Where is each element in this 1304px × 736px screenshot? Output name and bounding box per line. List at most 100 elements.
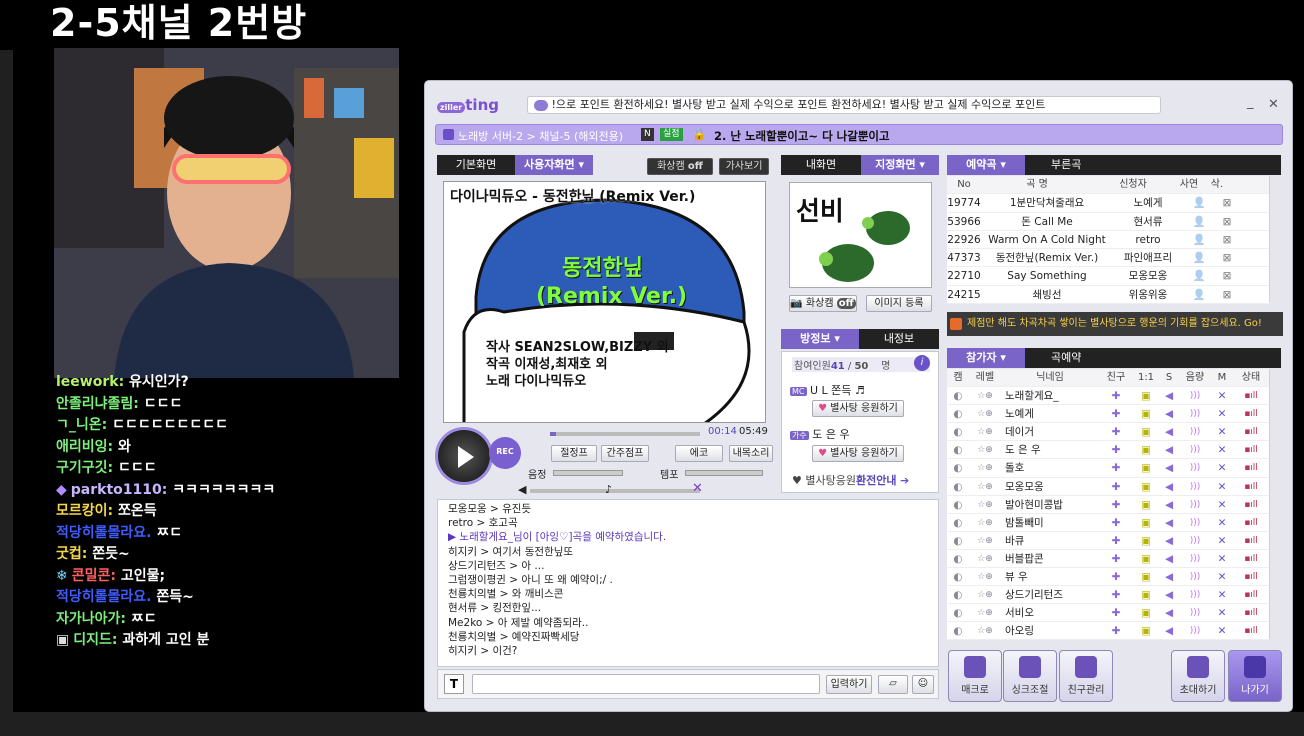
whisper-icon[interactable]: ▣ [1133, 532, 1159, 549]
queue-row[interactable]: 22710 Say Something 모옹모옹 👤 ⊠ [947, 267, 1269, 286]
chat-username[interactable]: 안졸리냐졸림 [56, 396, 133, 412]
mute-icon[interactable]: ✕ [1211, 586, 1233, 603]
whisper-icon[interactable]: ▣ [1133, 496, 1159, 513]
friends-button[interactable]: 친구관리 [1059, 650, 1113, 702]
participant-row[interactable]: ◐ ☆⊕ 버블팝콘 ✚ ▣ ◀))) ✕ ▪ıll [947, 549, 1269, 569]
delete-icon[interactable]: ⊠ [1215, 231, 1239, 248]
emoticon-icon[interactable]: ☺ [912, 675, 934, 694]
whisper-icon[interactable]: ▣ [1133, 622, 1159, 639]
support-mc-button[interactable]: ♥ 별사탕 응원하기 [812, 400, 904, 417]
add-friend-icon[interactable]: ✚ [1099, 459, 1133, 476]
participant-row[interactable]: ◐ ☆⊕ 아오링 ✚ ▣ ◀))) ✕ ▪ıll [947, 622, 1269, 641]
macro-button[interactable]: 매크로 [948, 650, 1002, 702]
pitch-slider[interactable] [553, 470, 623, 476]
whisper-icon[interactable]: ▣ [1133, 459, 1159, 476]
add-friend-icon[interactable]: ✚ [1099, 550, 1133, 567]
add-friend-icon[interactable]: ✚ [1099, 405, 1133, 422]
add-friend-icon[interactable]: ✚ [1099, 568, 1133, 585]
singer-name[interactable]: 도 은 우 [812, 428, 849, 441]
queue-row[interactable]: 47373 동전한닢(Remix Ver.) 파인애프리 👤 ⊠ [947, 249, 1269, 268]
add-friend-icon[interactable]: ✚ [1099, 496, 1133, 513]
chat-username[interactable]: 적당히롤몰라요 [56, 589, 146, 605]
tab-sung-songs[interactable]: 부른곡 [1025, 155, 1281, 175]
text-style-icon[interactable]: T [444, 674, 464, 694]
queue-row[interactable]: 53966 돈 Call Me 현서류 👤 ⊠ [947, 212, 1269, 231]
mute-icon[interactable]: ✕ [1211, 622, 1233, 639]
participant-row[interactable]: ◐ ☆⊕ 상드기리턴즈 ✚ ▣ ◀))) ✕ ▪ıll [947, 586, 1269, 605]
add-friend-icon[interactable]: ✚ [1099, 586, 1133, 603]
participant-row[interactable]: ◐ ☆⊕ 노래할게요_ ✚ ▣ ◀))) ✕ ▪ıll [947, 387, 1269, 406]
add-friend-icon[interactable]: ✚ [1099, 622, 1133, 639]
tempo-slider[interactable] [685, 470, 763, 476]
invite-button[interactable]: 초대하기 [1171, 650, 1225, 702]
whisper-icon[interactable]: ▣ [1133, 478, 1159, 495]
rec-button[interactable]: REC [489, 437, 521, 469]
mute-icon[interactable]: ✕ [1211, 532, 1233, 549]
support-singer-button[interactable]: ♥ 별사탕 응원하기 [812, 445, 904, 462]
tab-fixed-screen[interactable]: 지정화면 ▾ [861, 155, 939, 175]
chat-username[interactable]: ㄱ_니온 [56, 417, 102, 433]
cam-button[interactable]: 📷 화상캠 off [789, 295, 857, 312]
add-friend-icon[interactable]: ✚ [1099, 423, 1133, 440]
participant-row[interactable]: ◐ ☆⊕ 서비오 ✚ ▣ ◀))) ✕ ▪ıll [947, 604, 1269, 623]
promo-banner[interactable]: 제점만 해도 차곡차곡 쌓이는 별사탕으로 행운의 기회를 잡으세요. Go! [947, 312, 1283, 336]
participant-row[interactable]: ◐ ☆⊕ 노예게 ✚ ▣ ◀))) ✕ ▪ıll [947, 405, 1269, 424]
tab-room-info[interactable]: 방정보 ▾ [781, 329, 859, 349]
add-friend-icon[interactable]: ✚ [1099, 478, 1133, 495]
mute-icon[interactable]: ✕ [1211, 514, 1233, 531]
play-button[interactable] [435, 427, 493, 485]
queue-row[interactable]: 19774 1분만닥쳐줄래요 노예게 👤 ⊠ [947, 194, 1269, 213]
image-register-button[interactable]: 이미지 등록 [866, 295, 932, 312]
chat-username[interactable]: parkto1110 [71, 482, 162, 498]
tab-basic-view[interactable]: 기본화면 [437, 155, 515, 175]
whisper-icon[interactable]: ▣ [1133, 604, 1159, 621]
close-button[interactable]: ✕ [1268, 97, 1279, 112]
participant-scrollbar[interactable] [1269, 369, 1281, 639]
mute-icon[interactable]: ✕ [1211, 441, 1233, 458]
eraser-icon[interactable]: ▱ [878, 675, 908, 694]
chat-username[interactable]: 콘밀콘 [72, 568, 111, 584]
whisper-icon[interactable]: ▣ [1133, 550, 1159, 567]
tab-participants[interactable]: 참가자 ▾ [947, 348, 1025, 368]
add-friend-icon[interactable]: ✚ [1099, 604, 1133, 621]
breadcrumb[interactable]: 노래방 서버-2 > 채널-5 (해외전용) [458, 128, 623, 144]
mute-icon[interactable]: ✕ [1211, 568, 1233, 585]
mc-name[interactable]: U L 쫀득 ♬ [810, 384, 865, 397]
cam-toggle[interactable]: 화상캠 off [647, 158, 713, 175]
mute-icon[interactable]: ✕ [1211, 604, 1233, 621]
chat-username[interactable]: 애리비잉 [56, 439, 108, 455]
participant-row[interactable]: ◐ ☆⊕ 데이거 ✚ ▣ ◀))) ✕ ▪ıll [947, 423, 1269, 442]
leave-button[interactable]: 나가기 [1228, 650, 1282, 702]
send-button[interactable]: 입력하기 [826, 675, 872, 694]
chat-username[interactable]: 모르캉이 [56, 503, 108, 519]
participant-row[interactable]: ◐ ☆⊕ 바큐 ✚ ▣ ◀))) ✕ ▪ıll [947, 531, 1269, 550]
climax-jump-button[interactable]: 절정프 [551, 445, 597, 462]
chat-username[interactable]: 구기구깃 [56, 460, 108, 476]
queue-row[interactable]: 24215 쇄빙선 위옹위옹 👤 ⊠ [947, 285, 1269, 305]
chat-username[interactable]: 적당히롤몰라요 [56, 525, 146, 541]
whisper-icon[interactable]: ▣ [1133, 441, 1159, 458]
whisper-icon[interactable]: ▣ [1133, 586, 1159, 603]
lyrics-button[interactable]: 가사보기 [719, 158, 769, 175]
progress-bar[interactable] [550, 432, 700, 436]
chat-input[interactable] [472, 674, 820, 694]
tab-my-screen[interactable]: 내화면 [781, 155, 861, 175]
chat-username[interactable]: 자가나아가 [56, 611, 120, 627]
add-friend-icon[interactable]: ✚ [1099, 532, 1133, 549]
participant-row[interactable]: ◐ ☆⊕ 밤톨빼미 ✚ ▣ ◀))) ✕ ▪ıll [947, 513, 1269, 532]
mute-icon[interactable]: ✕ [1211, 387, 1233, 404]
tab-my-info[interactable]: 내정보 [859, 329, 939, 349]
mute-icon[interactable]: ✕ [1211, 550, 1233, 567]
whisper-icon[interactable]: ▣ [1133, 405, 1159, 422]
chat-username[interactable]: 굿컵 [56, 546, 82, 562]
participant-row[interactable]: ◐ ☆⊕ 모옹모옹 ✚ ▣ ◀))) ✕ ▪ıll [947, 477, 1269, 496]
mute-icon[interactable]: ✕ [1211, 405, 1233, 422]
delete-icon[interactable]: ⊠ [1215, 249, 1239, 266]
sync-button[interactable]: 싱크조절 [1003, 650, 1057, 702]
tab-song-reserve[interactable]: 곡예약 [1025, 348, 1281, 368]
participant-row[interactable]: ◐ ☆⊕ 뷰 우 ✚ ▣ ◀))) ✕ ▪ıll [947, 568, 1269, 587]
whisper-icon[interactable]: ▣ [1133, 423, 1159, 440]
delete-icon[interactable]: ⊠ [1215, 286, 1239, 303]
chat-username[interactable]: 디지드 [73, 632, 112, 648]
exchange-link[interactable]: ♥ 별사탕응원환전안내 ➔ [792, 472, 909, 488]
